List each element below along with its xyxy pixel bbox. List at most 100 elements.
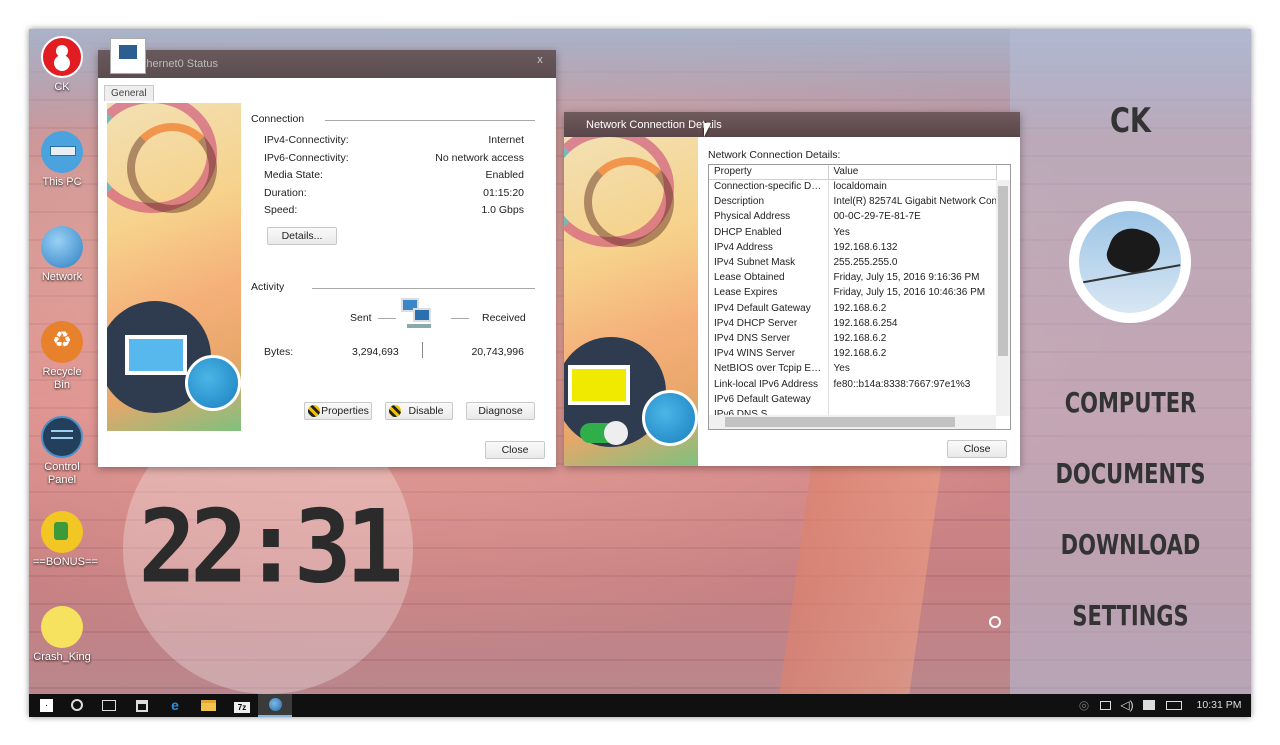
keyboard-icon[interactable] [1163, 694, 1185, 717]
close-icon[interactable]: x [530, 53, 550, 69]
launcher-link-computer[interactable]: COMPUTER [1040, 386, 1221, 419]
tab-general[interactable]: General [104, 85, 154, 101]
bytes-received-value: 20,743,996 [471, 346, 524, 358]
duration-label: Duration: [264, 187, 307, 199]
scrollbar-thumb[interactable] [725, 417, 955, 427]
table-row[interactable]: Description Intel(R) 82574L Gigabit Netwo… [709, 194, 996, 210]
desktop-icon-ck[interactable]: CK [33, 36, 91, 94]
table-row[interactable]: NetBIOS over Tcpip En... Yes [709, 361, 996, 377]
desktop-icon-this-pc[interactable]: This PC [33, 131, 91, 189]
task-view-button[interactable] [92, 694, 126, 717]
table-row[interactable]: IPv4 Default Gateway 192.168.6.2 [709, 300, 996, 316]
table-row[interactable]: Physical Address 00-0C-29-7E-81-7E [709, 209, 996, 225]
table-row[interactable]: IPv4 DHCP Server 192.168.6.254 [709, 315, 996, 331]
property-cell: IPv4 WINS Server [709, 346, 829, 362]
launcher-link-download[interactable]: DOWNLOAD [1040, 528, 1221, 561]
desktop-icon-control-panel[interactable]: Control Panel [33, 416, 91, 487]
scrollbar-thumb[interactable] [998, 186, 1008, 356]
table-row[interactable]: IPv4 Address 192.168.6.132 [709, 239, 996, 255]
status-window-titlebar[interactable]: Ethernet0 Status x [98, 50, 556, 78]
desktop-icon-label: Control Panel [44, 461, 80, 486]
launcher-panel: CK COMPUTER DOCUMENTS DOWNLOAD SETTINGS [1010, 29, 1251, 694]
edge-button[interactable]: e [158, 694, 192, 717]
store-button[interactable] [125, 694, 159, 717]
value-cell: Yes [833, 226, 850, 238]
connection-heading: Connection [251, 113, 305, 125]
bytes-sent-value: 3,294,693 [352, 346, 399, 358]
table-row[interactable]: DHCP Enabled Yes [709, 224, 996, 240]
property-cell: IPv4 DHCP Server [709, 315, 829, 331]
volume-icon[interactable]: ◁) [1119, 694, 1135, 717]
desktop-icon-label: Recycle Bin [42, 366, 82, 391]
column-header-value[interactable]: Value [828, 165, 997, 180]
disable-button[interactable]: Disable [385, 402, 453, 420]
taskbar-clock[interactable]: 10:31 PM [1191, 694, 1247, 717]
value-cell: 192.168.6.2 [833, 302, 887, 314]
value-cell: 192.168.6.132 [833, 241, 898, 253]
property-cell: IPv4 Default Gateway [709, 300, 829, 316]
seven-zip-button[interactable]: 7z [225, 694, 259, 717]
value-cell: 00-0C-29-7E-81-7E [833, 211, 921, 223]
details-button[interactable]: Details... [267, 227, 337, 245]
table-row[interactable]: IPv4 WINS Server 192.168.6.2 [709, 346, 996, 362]
start-button[interactable] [29, 694, 63, 717]
value-cell: 255.255.255.0 [833, 257, 898, 269]
network-status-taskbar-button[interactable] [258, 694, 292, 717]
value-cell: Friday, July 15, 2016 9:16:36 PM [833, 272, 980, 284]
table-row[interactable]: IPv6 Default Gateway [709, 391, 996, 407]
file-explorer-button[interactable] [191, 694, 225, 717]
mouse-cursor-icon [704, 123, 711, 137]
horizontal-scrollbar[interactable] [709, 415, 996, 429]
property-cell: Physical Address [709, 209, 829, 225]
details-heading: Network Connection Details: [708, 149, 841, 161]
desktop-icon-label: This PC [42, 176, 82, 188]
disable-button-label: Disable [408, 405, 444, 417]
property-cell: IPv4 Address [709, 239, 829, 255]
table-row[interactable]: Lease Obtained Friday, July 15, 2016 9:16… [709, 270, 996, 286]
close-button[interactable]: Close [947, 440, 1007, 458]
desktop-icon-crash-king[interactable]: Crash_King [33, 606, 91, 664]
launcher-username: CK [1109, 101, 1152, 141]
desktop-icon-recycle-bin[interactable]: Recycle Bin [33, 321, 91, 392]
window-title: Network Connection Details [586, 119, 722, 131]
launcher-link-settings[interactable]: SETTINGS [1040, 599, 1221, 632]
vertical-scrollbar[interactable] [996, 180, 1010, 416]
table-row[interactable]: IPv4 Subnet Mask 255.255.255.0 [709, 254, 996, 271]
ethernet-status-window: Ethernet0 Status x General Connection IP… [98, 50, 556, 467]
column-header-property[interactable]: Property [709, 165, 829, 180]
property-cell: DHCP Enabled [709, 224, 829, 240]
details-table[interactable]: Property Value Connection-specific DN...… [708, 164, 1011, 430]
action-center-icon[interactable] [1141, 694, 1157, 717]
windows-logo-icon [39, 699, 53, 712]
user-icon [41, 36, 83, 78]
panel-indicator-dot[interactable] [989, 616, 1001, 628]
close-button[interactable]: Close [485, 441, 545, 459]
launcher-link-documents[interactable]: DOCUMENTS [1040, 457, 1221, 490]
table-header-row: Property Value [709, 165, 997, 180]
table-row[interactable]: Link-local IPv6 Address fe80::b14a:8338:7… [709, 376, 996, 392]
value-cell: Friday, July 15, 2016 10:46:36 PM [833, 287, 986, 299]
details-window-titlebar[interactable]: Network Connection Details [564, 112, 1020, 137]
network-tray-icon[interactable] [1097, 694, 1113, 717]
table-row[interactable]: Lease Expires Friday, July 15, 2016 10:46… [709, 285, 996, 301]
tray-overflow-icon[interactable]: ◎ [1077, 694, 1091, 717]
value-cell [828, 392, 996, 407]
speed-value: 1.0 Gbps [481, 204, 524, 216]
desktop-icon-network[interactable]: Network [33, 226, 91, 284]
value-cell: 192.168.6.2 [833, 332, 887, 344]
received-label: Received [482, 312, 526, 324]
table-row[interactable]: Connection-specific DN... localdomain [709, 179, 996, 195]
desktop-icon-bonus[interactable]: ==BONUS== [33, 511, 98, 569]
launcher-avatar[interactable] [1069, 201, 1191, 323]
properties-button[interactable]: Properties [304, 402, 372, 420]
edge-icon: e [171, 697, 179, 713]
diagnose-button[interactable]: Diagnose [466, 402, 535, 420]
desktop-screen: 22:31 CK This PC Network Recycle Bin Con… [29, 29, 1251, 717]
property-cell: Link-local IPv6 Address [709, 376, 829, 392]
sent-label: Sent [350, 312, 372, 324]
shield-icon [308, 405, 320, 417]
ipv6-connectivity-value: No network access [435, 152, 524, 164]
table-row[interactable]: IPv4 DNS Server 192.168.6.2 [709, 330, 996, 347]
search-button[interactable] [60, 694, 94, 717]
monitor-icon [568, 365, 630, 405]
